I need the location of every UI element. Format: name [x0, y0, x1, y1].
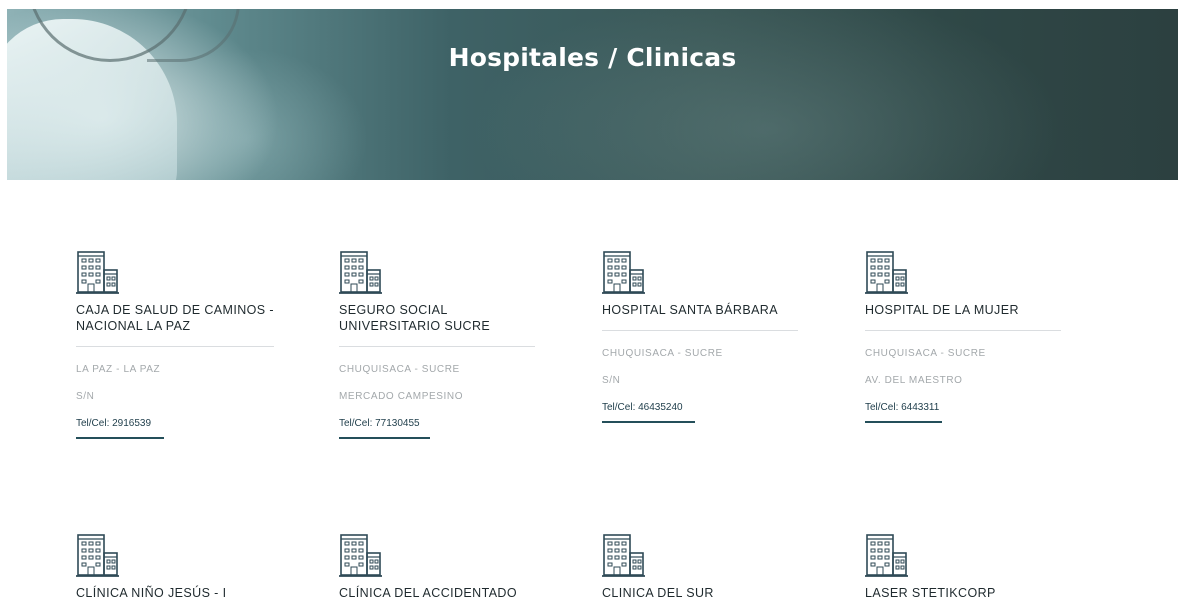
hospital-card[interactable]: CLÍNICA DEL ACCIDENTADO [339, 533, 549, 601]
hospital-address: AV. DEL MAESTRO [865, 375, 963, 386]
hospital-phone-link[interactable]: Tel/Cel: 6443311 [865, 402, 943, 423]
hospital-building-icon [865, 251, 909, 294]
divider [339, 346, 535, 347]
hospital-card[interactable]: CLÍNICA NIÑO JESÚS - I [76, 533, 286, 601]
divider [865, 330, 1061, 331]
hospital-name: CAJA DE SALUD DE CAMINOS - NACIONAL LA P… [76, 303, 274, 333]
hospital-name: CLINICA DEL SUR [602, 586, 714, 600]
hospital-building-icon [602, 251, 646, 294]
hospital-card[interactable]: SEGURO SOCIAL UNIVERSITARIO SUCRE CHUQUI… [339, 250, 549, 439]
hospital-card[interactable]: CAJA DE SALUD DE CAMINOS - NACIONAL LA P… [76, 250, 286, 439]
hospital-card[interactable]: CLINICA DEL SUR [602, 533, 812, 601]
hospital-location: LA PAZ - LA PAZ [76, 364, 161, 375]
hospital-name: HOSPITAL DE LA MUJER [865, 303, 1019, 317]
hospital-location: CHUQUISACA - SUCRE [339, 364, 460, 375]
hospital-building-icon [76, 534, 120, 577]
hospital-name: CLÍNICA NIÑO JESÚS - I [76, 586, 227, 600]
hospital-card[interactable]: HOSPITAL SANTA BÁRBARA CHUQUISACA - SUCR… [602, 250, 812, 423]
hospital-phone-link[interactable]: Tel/Cel: 2916539 [76, 418, 165, 439]
divider [602, 330, 798, 331]
hospital-building-icon [76, 251, 120, 294]
hospital-name: SEGURO SOCIAL UNIVERSITARIO SUCRE [339, 303, 491, 333]
hospital-phone-link[interactable]: Tel/Cel: 46435240 [602, 402, 695, 423]
hospital-name: CLÍNICA DEL ACCIDENTADO [339, 586, 517, 600]
hospital-location: CHUQUISACA - SUCRE [865, 348, 986, 359]
hospital-address: S/N [602, 375, 621, 386]
hospital-card[interactable]: HOSPITAL DE LA MUJER CHUQUISACA - SUCRE … [865, 250, 1075, 423]
divider [76, 346, 274, 347]
hospital-list: CAJA DE SALUD DE CAMINOS - NACIONAL LA P… [0, 0, 1178, 604]
hospital-building-icon [602, 534, 646, 577]
hospital-address: S/N [76, 391, 95, 402]
hospital-name: HOSPITAL SANTA BÁRBARA [602, 303, 778, 317]
hospital-building-icon [865, 534, 909, 577]
hospital-card[interactable]: LASER STETIKCORP [865, 533, 1075, 601]
hospital-name: LASER STETIKCORP [865, 586, 996, 600]
hospital-building-icon [339, 534, 383, 577]
hospital-location: CHUQUISACA - SUCRE [602, 348, 723, 359]
hospital-phone-link[interactable]: Tel/Cel: 77130455 [339, 418, 430, 439]
hospital-address: MERCADO CAMPESINO [339, 391, 464, 402]
hospital-building-icon [339, 251, 383, 294]
